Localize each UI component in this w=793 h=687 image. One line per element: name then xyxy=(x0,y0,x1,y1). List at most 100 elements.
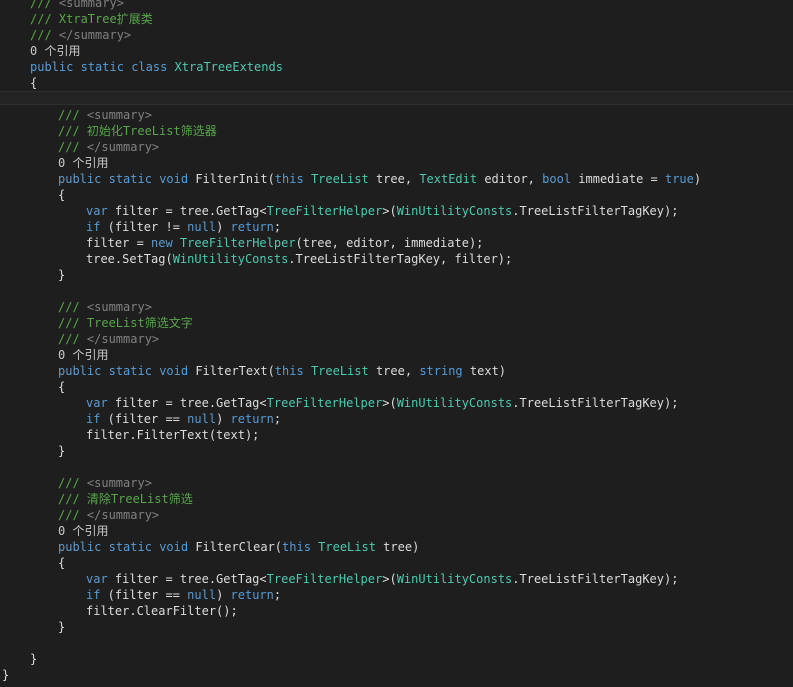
code-line: { xyxy=(0,187,793,203)
code-token: 0 个引用 xyxy=(58,156,109,170)
code-token: .TreeListFilterTagKey); xyxy=(512,572,679,586)
code-line: public static class XtraTreeExtends xyxy=(0,59,793,75)
code-token: TreeFilterHelper xyxy=(266,396,383,410)
code-token: ) xyxy=(693,172,702,186)
code-token: null xyxy=(187,412,217,426)
code-token: filter = xyxy=(86,236,152,250)
code-token: /// xyxy=(58,300,87,314)
code-token: ) xyxy=(216,588,231,602)
code-line: /// </summary> xyxy=(0,27,793,43)
codelens-reference-count[interactable]: 0 个引用 xyxy=(0,347,793,363)
code-token: >( xyxy=(382,396,397,410)
code-token: TreeList xyxy=(310,172,369,186)
code-token: .TreeListFilterTagKey, filter); xyxy=(288,252,513,266)
code-token: 0 个引用 xyxy=(58,348,109,362)
code-token: filter.FilterText(text); xyxy=(86,428,260,442)
code-line: } xyxy=(0,443,793,459)
code-token: /// xyxy=(58,332,87,346)
code-line: } xyxy=(0,619,793,635)
code-token: void xyxy=(159,172,189,186)
code-token: public xyxy=(58,540,102,554)
code-line: filter.FilterText(text); xyxy=(0,427,793,443)
code-line: /// <summary> xyxy=(0,475,793,491)
code-line: if (filter != null) return; xyxy=(0,219,793,235)
code-token: </summary> xyxy=(86,332,160,346)
code-token: public xyxy=(58,364,102,378)
code-line: } xyxy=(0,667,793,683)
code-line: filter = new TreeFilterHelper(tree, edit… xyxy=(0,235,793,251)
code-token: var xyxy=(86,204,108,218)
code-token: WinUtilityConsts xyxy=(396,572,513,586)
code-token: immediate = xyxy=(571,172,665,186)
code-token: tree, xyxy=(368,172,420,186)
code-token: /// 初始化TreeList筛选器 xyxy=(58,124,217,138)
code-line: /// <summary> xyxy=(0,107,793,123)
code-line: public static void FilterClear(this Tree… xyxy=(0,539,793,555)
code-token: </summary> xyxy=(86,508,160,522)
code-token: } xyxy=(58,444,66,458)
code-line: /// <summary> xyxy=(0,299,793,315)
code-token: (filter == xyxy=(100,588,188,602)
code-token: new xyxy=(151,236,173,250)
codelens-reference-count[interactable]: 0 个引用 xyxy=(0,523,793,539)
code-token: .TreeListFilterTagKey); xyxy=(512,396,679,410)
code-line: var filter = tree.GetTag<TreeFilterHelpe… xyxy=(0,571,793,587)
code-line: /// 清除TreeList筛选 xyxy=(0,491,793,507)
code-token: WinUtilityConsts xyxy=(172,252,289,266)
codelens-reference-count[interactable]: 0 个引用 xyxy=(0,43,793,59)
code-token: FilterInit( xyxy=(188,172,275,186)
code-token: /// xyxy=(58,476,87,490)
code-token: this xyxy=(274,172,304,186)
code-token: public xyxy=(58,172,102,186)
code-token: filter = tree.GetTag< xyxy=(107,396,267,410)
code-token: filter.ClearFilter(); xyxy=(86,604,238,618)
code-line: var filter = tree.GetTag<TreeFilterHelpe… xyxy=(0,203,793,219)
code-token: filter = tree.GetTag< xyxy=(107,572,267,586)
code-token: /// xyxy=(58,508,87,522)
code-token: bool xyxy=(542,172,572,186)
code-token: return xyxy=(230,412,274,426)
code-token: (filter == xyxy=(100,412,188,426)
code-token: static xyxy=(108,540,152,554)
current-line xyxy=(0,91,793,105)
code-token: this xyxy=(274,364,304,378)
code-token: void xyxy=(159,540,189,554)
code-line: } xyxy=(0,651,793,667)
code-token: TreeFilterHelper xyxy=(266,204,383,218)
code-line: tree.SetTag(WinUtilityConsts.TreeListFil… xyxy=(0,251,793,267)
code-editor[interactable]: /// <summary>/// XtraTree扩展类/// </summar… xyxy=(0,0,793,687)
code-line: var filter = tree.GetTag<TreeFilterHelpe… xyxy=(0,395,793,411)
code-token: static xyxy=(108,364,152,378)
code-line: /// <summary> xyxy=(0,0,793,11)
code-token: /// xyxy=(58,108,87,122)
code-token: .TreeListFilterTagKey); xyxy=(512,204,679,218)
code-token: } xyxy=(58,268,66,282)
code-token: filter = tree.GetTag< xyxy=(107,204,267,218)
code-line: /// XtraTree扩展类 xyxy=(0,11,793,27)
code-token: this xyxy=(282,540,311,554)
code-line: public static void FilterText(this TreeL… xyxy=(0,363,793,379)
code-token: <summary> xyxy=(58,0,124,10)
code-token: ; xyxy=(273,588,282,602)
code-line: /// </summary> xyxy=(0,139,793,155)
code-token: static xyxy=(108,172,152,186)
code-line: /// </summary> xyxy=(0,507,793,523)
code-line: } xyxy=(0,267,793,283)
code-token: TreeFilterHelper xyxy=(179,236,296,250)
code-token: ; xyxy=(273,220,282,234)
codelens-reference-count[interactable]: 0 个引用 xyxy=(0,155,793,171)
code-token: /// xyxy=(58,140,87,154)
code-token: if xyxy=(86,412,101,426)
code-token: <summary> xyxy=(86,476,152,490)
code-token: /// xyxy=(30,0,59,10)
code-token: >( xyxy=(382,204,397,218)
code-token: null xyxy=(187,220,217,234)
code-token: WinUtilityConsts xyxy=(396,396,513,410)
